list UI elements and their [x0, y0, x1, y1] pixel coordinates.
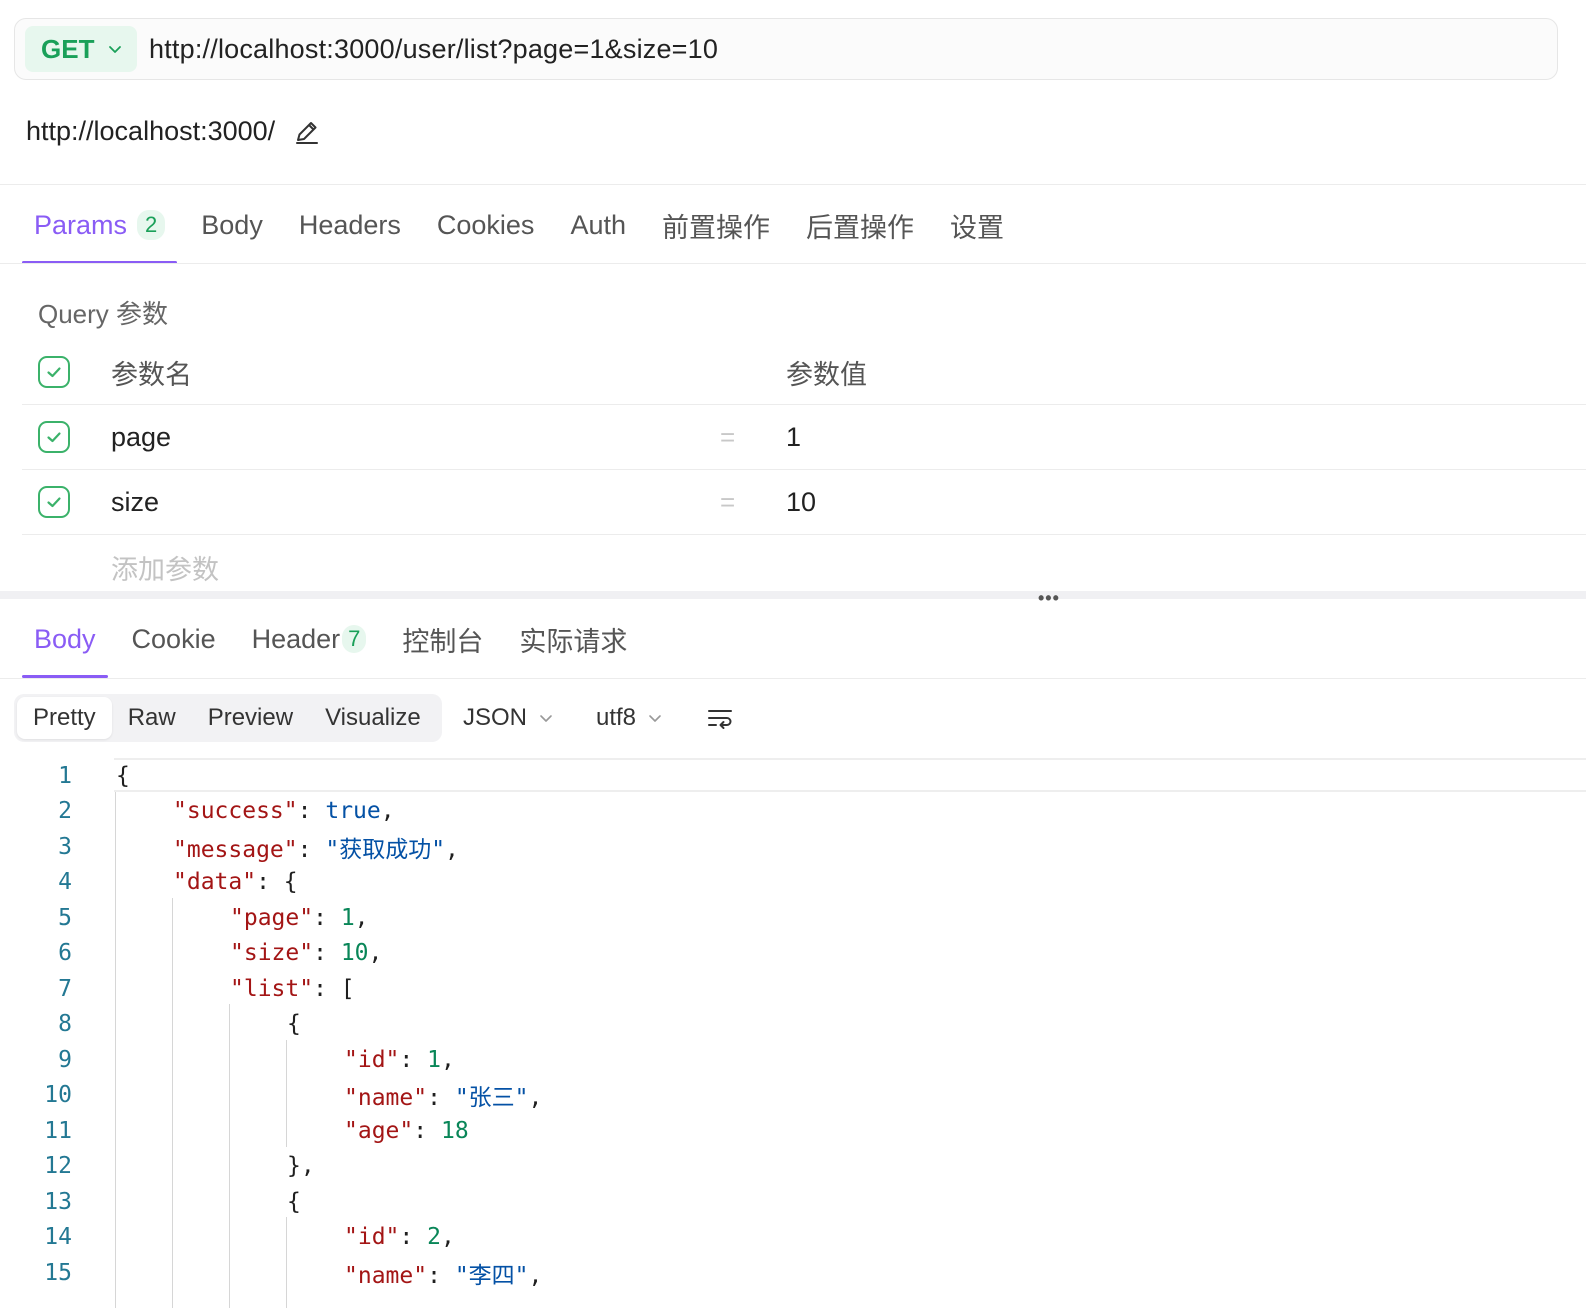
encoding-select-value: utf8	[596, 704, 637, 731]
query-params-label: Query 参数	[38, 299, 169, 329]
line-number: 8	[58, 1011, 72, 1038]
check-icon	[47, 432, 61, 443]
param-value-input[interactable]: 1	[786, 422, 801, 453]
equals-sign: =	[720, 421, 736, 452]
param-value-input[interactable]: 10	[786, 487, 816, 518]
line-number: 12	[44, 1153, 72, 1180]
tab-body[interactable]: Body	[189, 186, 275, 264]
chevron-down-icon	[649, 715, 661, 722]
response-body-editor[interactable]: 1 {2 "success": true, 3 "message": "获取成功", 4 "…	[0, 758, 1586, 1308]
response-tab-actual-request[interactable]: 实际请求	[507, 600, 639, 678]
view-mode-segmented: Pretty Raw Preview Visualize	[14, 694, 442, 742]
format-select-value: JSON	[463, 704, 528, 731]
view-preview-button[interactable]: Preview	[192, 697, 309, 739]
code-text: {	[287, 1011, 301, 1038]
code-text: "data": {	[173, 869, 298, 896]
line-number: 7	[58, 975, 72, 1002]
url-input[interactable]: http://localhost:3000/user/list?page=1&s…	[149, 34, 718, 65]
code-text: "size": 10,	[230, 940, 383, 967]
check-icon	[47, 497, 61, 508]
more-icon[interactable]: •••	[1038, 588, 1060, 609]
indent-guide	[115, 792, 116, 1308]
code-text: "name": "张三",	[344, 1085, 543, 1112]
pane-resize-handle[interactable]	[0, 591, 1586, 599]
line-number: 5	[58, 904, 72, 931]
response-tabs-underline	[0, 678, 1586, 679]
chevron-down-icon	[109, 46, 122, 53]
request-tabs: Params 2 Body Headers Cookies Auth 前置操作 后…	[22, 186, 1028, 264]
header-count-badge: 7	[342, 625, 367, 653]
tab-params[interactable]: Params 2	[22, 186, 178, 264]
code-text: "list": [	[230, 975, 355, 1002]
add-param-input[interactable]: 添加参数	[111, 548, 219, 587]
current-line-highlight	[114, 758, 1586, 792]
response-tab-console[interactable]: 控制台	[390, 600, 495, 678]
line-number: 6	[58, 940, 72, 967]
code-text: {	[116, 762, 130, 789]
indent-guide	[172, 898, 173, 1308]
url-bar: GET http://localhost:3000/user/list?page…	[14, 18, 1558, 80]
param-row: page = 1	[22, 405, 1586, 470]
tabs-underline	[0, 263, 1586, 264]
tab-auth[interactable]: Auth	[558, 186, 638, 264]
word-wrap-icon[interactable]	[706, 704, 734, 732]
edit-icon[interactable]	[293, 118, 321, 146]
response-tab-body[interactable]: Body	[22, 600, 108, 678]
line-number: 15	[44, 1259, 72, 1286]
param-value-header: 参数值	[786, 359, 867, 390]
param-row: size = 10	[22, 470, 1586, 535]
divider-line	[0, 184, 1586, 185]
view-pretty-button[interactable]: Pretty	[17, 697, 112, 739]
line-number: 9	[58, 1046, 72, 1073]
view-raw-button[interactable]: Raw	[112, 697, 192, 739]
base-url: http://localhost:3000/	[26, 116, 321, 147]
code-text: "name": "李四",	[344, 1262, 543, 1289]
tab-pre-request[interactable]: 前置操作	[650, 186, 782, 264]
encoding-select[interactable]: utf8	[596, 700, 662, 736]
line-number: 11	[44, 1117, 72, 1144]
tab-cookies[interactable]: Cookies	[425, 186, 547, 264]
tab-post-request[interactable]: 后置操作	[794, 186, 926, 264]
param-name-input[interactable]: page	[111, 422, 171, 453]
param-name-header: 参数名	[111, 359, 192, 390]
line-number: 13	[44, 1188, 72, 1215]
chevron-down-icon	[540, 715, 552, 722]
code-text: {	[287, 1188, 301, 1215]
param-checkbox[interactable]	[38, 421, 70, 453]
line-number: 1	[58, 762, 72, 789]
code-text: "id": 2,	[344, 1224, 455, 1251]
tab-settings[interactable]: 设置	[938, 186, 1016, 264]
line-number: 10	[44, 1082, 72, 1109]
code-text: "message": "获取成功",	[173, 836, 459, 863]
response-tab-cookie[interactable]: Cookie	[120, 600, 228, 678]
indent-guide	[286, 1217, 287, 1308]
indent-guide	[229, 1004, 230, 1308]
response-tabs: Body Cookie Header 7 控制台 实际请求	[22, 600, 651, 678]
params-header-row: 参数名 参数值	[22, 340, 1586, 405]
format-select[interactable]: JSON	[463, 700, 553, 736]
base-url-text: http://localhost:3000/	[26, 116, 276, 146]
params-count-badge: 2	[137, 210, 166, 240]
line-number: 3	[58, 833, 72, 860]
select-all-checkbox[interactable]	[38, 356, 70, 388]
param-name-input[interactable]: size	[111, 487, 159, 518]
param-checkbox[interactable]	[38, 486, 70, 518]
method-label: GET	[41, 33, 95, 64]
code-text: },	[287, 1153, 315, 1180]
code-text: "id": 1,	[344, 1046, 455, 1073]
method-select[interactable]: GET	[25, 26, 137, 72]
code-text: "success": true,	[173, 798, 395, 825]
view-visualize-button[interactable]: Visualize	[309, 697, 437, 739]
check-icon	[47, 367, 61, 378]
line-number: 14	[44, 1224, 72, 1251]
code-text: "age": 18	[344, 1117, 469, 1144]
response-tab-header[interactable]: Header 7	[240, 600, 379, 678]
indent-guide	[286, 1040, 287, 1147]
code-text: "page": 1,	[230, 904, 369, 931]
line-number: 2	[58, 798, 72, 825]
line-number: 4	[58, 869, 72, 896]
tab-headers[interactable]: Headers	[287, 186, 413, 264]
equals-sign: =	[720, 486, 736, 517]
